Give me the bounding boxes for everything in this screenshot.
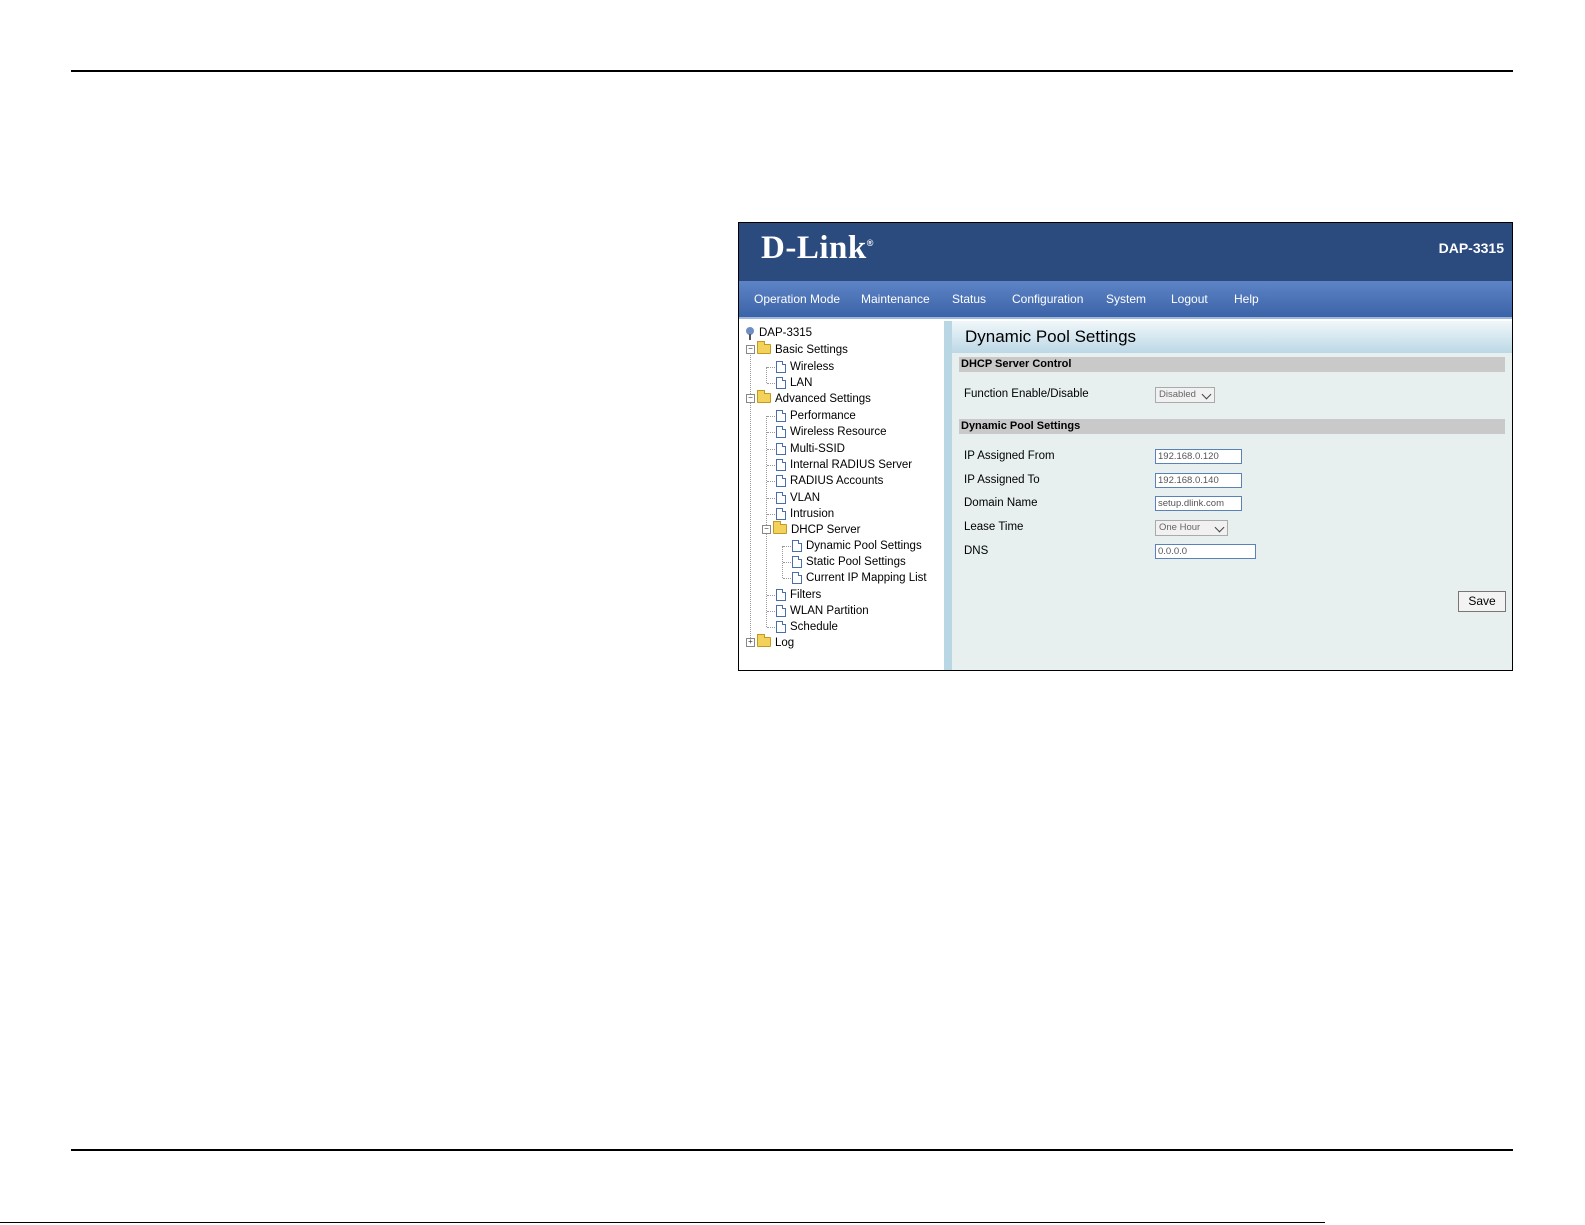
tree-item-lan[interactable]: LAN — [776, 375, 812, 391]
ip-from-input[interactable]: 192.168.0.120 — [1155, 449, 1242, 464]
tree-connector — [783, 546, 791, 547]
ip-from-label: IP Assigned From — [964, 450, 1055, 462]
tree-item-static-pool[interactable]: Static Pool Settings — [792, 554, 906, 570]
nav-system[interactable]: System — [1106, 292, 1146, 306]
screenshot-frame: D-Link® DAP-3315 Operation Mode Maintena… — [738, 222, 1513, 671]
page-icon — [776, 425, 786, 438]
nav-operation-mode[interactable]: Operation Mode — [754, 292, 840, 306]
tree-connector — [767, 498, 775, 499]
page-title: Dynamic Pool Settings — [952, 321, 1512, 353]
tree-connector — [767, 627, 775, 628]
content-panel: Dynamic Pool Settings DHCP Server Contro… — [952, 321, 1512, 670]
navigation-tree: DAP-3315 − Basic Settings Wireless LAN − A… — [739, 321, 944, 670]
tree-connector — [767, 465, 775, 466]
tree-item-wireless[interactable]: Wireless — [776, 359, 834, 375]
page-icon — [776, 376, 786, 389]
tree-item-filters[interactable]: Filters — [776, 587, 821, 603]
tree-connector — [767, 383, 775, 384]
folder-open-icon — [757, 389, 771, 403]
tree-connector — [783, 562, 791, 563]
nav-maintenance[interactable]: Maintenance — [861, 292, 930, 306]
footer-line — [0, 1222, 1325, 1223]
domain-label: Domain Name — [964, 497, 1038, 509]
nav-logout[interactable]: Logout — [1171, 292, 1208, 306]
tree-item-radius-accounts[interactable]: RADIUS Accounts — [776, 473, 883, 489]
lease-label: Lease Time — [964, 521, 1024, 533]
page-icon — [776, 442, 786, 455]
tree-connector — [767, 481, 775, 482]
nav-status[interactable]: Status — [952, 292, 986, 306]
page-icon — [792, 571, 802, 584]
model-name: DAP-3315 — [1438, 240, 1504, 256]
expand-icon[interactable]: + — [746, 638, 755, 648]
nav-help[interactable]: Help — [1234, 292, 1259, 306]
dlink-logo: D-Link® — [761, 230, 874, 266]
page-icon — [792, 539, 802, 552]
tree-item-advanced-settings[interactable]: − Advanced Settings — [746, 389, 871, 407]
nav-configuration[interactable]: Configuration — [1012, 292, 1083, 306]
page-icon — [776, 360, 786, 373]
tree-item-intrusion[interactable]: Intrusion — [776, 506, 834, 522]
tree-connector — [783, 578, 791, 579]
section-dynamic-pool: Dynamic Pool Settings — [959, 419, 1505, 434]
dns-input[interactable]: 0.0.0.0 — [1155, 544, 1256, 559]
tree-connector — [767, 432, 775, 433]
ip-to-input[interactable]: 192.168.0.140 — [1155, 473, 1242, 488]
tree-connector — [767, 416, 775, 417]
collapse-icon[interactable]: − — [746, 394, 755, 404]
tree-item-dynamic-pool[interactable]: Dynamic Pool Settings — [792, 538, 922, 554]
folder-open-icon — [757, 340, 771, 354]
lease-select[interactable]: One Hour — [1155, 520, 1228, 536]
tree-item-basic-settings[interactable]: − Basic Settings — [746, 340, 848, 358]
tree-item-multi-ssid[interactable]: Multi-SSID — [776, 441, 845, 457]
top-rule — [71, 70, 1513, 72]
dns-label: DNS — [964, 545, 989, 557]
page-icon — [792, 555, 802, 568]
panel-divider — [944, 321, 952, 670]
page-icon — [776, 474, 786, 487]
page-icon — [776, 507, 786, 520]
tree-item-dhcp-server[interactable]: − DHCP Server — [762, 520, 860, 538]
collapse-icon[interactable]: − — [746, 345, 755, 355]
tree-connector — [767, 514, 775, 515]
page-icon — [776, 409, 786, 422]
access-point-icon — [746, 326, 754, 340]
folder-closed-icon — [757, 633, 771, 647]
tree-item-root[interactable]: DAP-3315 — [746, 325, 812, 341]
tree-item-performance[interactable]: Performance — [776, 408, 856, 424]
tree-connector — [767, 367, 775, 368]
page-icon — [776, 491, 786, 504]
tree-connector — [767, 611, 775, 612]
bottom-rule — [71, 1149, 1513, 1151]
ip-to-label: IP Assigned To — [964, 474, 1040, 486]
collapse-icon[interactable]: − — [762, 525, 771, 535]
tree-item-wlan-partition[interactable]: WLAN Partition — [776, 603, 869, 619]
nav-bar: Operation Mode Maintenance Status Config… — [739, 281, 1512, 319]
tree-connector — [767, 449, 775, 450]
tree-item-internal-radius[interactable]: Internal RADIUS Server — [776, 457, 912, 473]
page-icon — [776, 588, 786, 601]
chevron-down-icon — [1214, 522, 1225, 533]
chevron-down-icon — [1201, 389, 1212, 400]
page-icon — [776, 604, 786, 617]
save-button[interactable]: Save — [1458, 591, 1506, 612]
tree-item-ip-mapping[interactable]: Current IP Mapping List — [792, 570, 927, 586]
folder-open-icon — [773, 520, 787, 534]
tree-item-schedule[interactable]: Schedule — [776, 619, 838, 635]
tree-connector — [767, 595, 775, 596]
function-label: Function Enable/Disable — [964, 388, 1089, 400]
page-icon — [776, 458, 786, 471]
tree-item-wireless-resource[interactable]: Wireless Resource — [776, 424, 887, 440]
header-banner: D-Link® DAP-3315 — [739, 223, 1512, 281]
tree-item-log[interactable]: + Log — [746, 633, 794, 651]
tree-item-vlan[interactable]: VLAN — [776, 490, 820, 506]
function-select[interactable]: Disabled — [1155, 387, 1215, 403]
tree-connector — [766, 367, 767, 383]
section-dhcp-control: DHCP Server Control — [959, 357, 1505, 372]
page-icon — [776, 620, 786, 633]
domain-input[interactable]: setup.dlink.com — [1155, 496, 1242, 511]
